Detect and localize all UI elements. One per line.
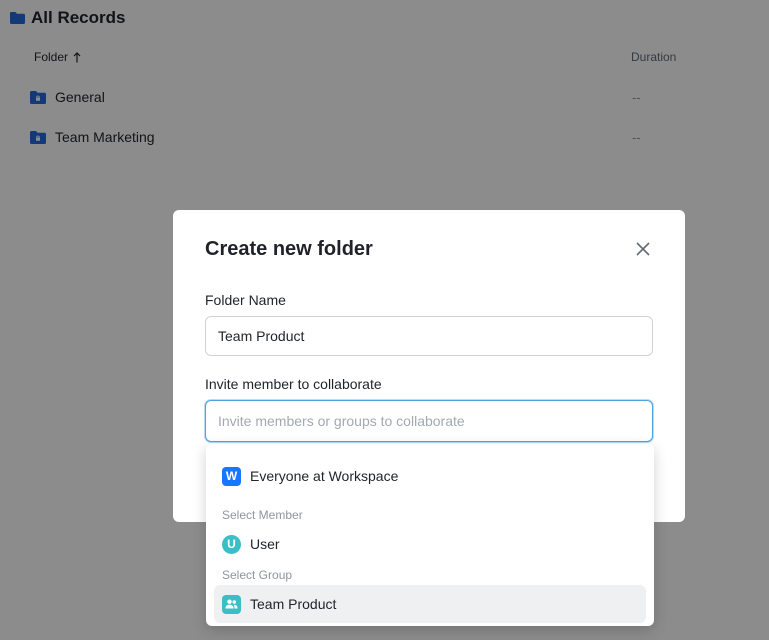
option-everyone-workspace[interactable]: W Everyone at Workspace: [214, 457, 646, 495]
workspace-avatar: W: [222, 466, 241, 486]
folder-name-input[interactable]: [205, 316, 653, 356]
page: All Records Folder Duration General -- T…: [0, 0, 769, 640]
close-icon: [636, 242, 650, 256]
close-button[interactable]: [632, 238, 654, 260]
invite-dropdown: W Everyone at Workspace Select Member U …: [206, 444, 654, 626]
option-group-team-product[interactable]: Team Product: [214, 585, 646, 623]
group-icon: [222, 594, 241, 614]
dialog-title: Create new folder: [205, 238, 373, 260]
folder-name-label: Folder Name: [205, 292, 286, 308]
user-avatar: U: [222, 534, 241, 554]
section-select-member: Select Member: [222, 508, 303, 522]
option-label: Everyone at Workspace: [250, 468, 399, 484]
invite-members-input[interactable]: [205, 400, 653, 442]
section-select-group: Select Group: [222, 568, 293, 582]
option-label: Team Product: [250, 596, 337, 612]
option-member-user[interactable]: U User: [214, 525, 646, 563]
option-label: User: [250, 536, 280, 552]
invite-label: Invite member to collaborate: [205, 376, 382, 392]
